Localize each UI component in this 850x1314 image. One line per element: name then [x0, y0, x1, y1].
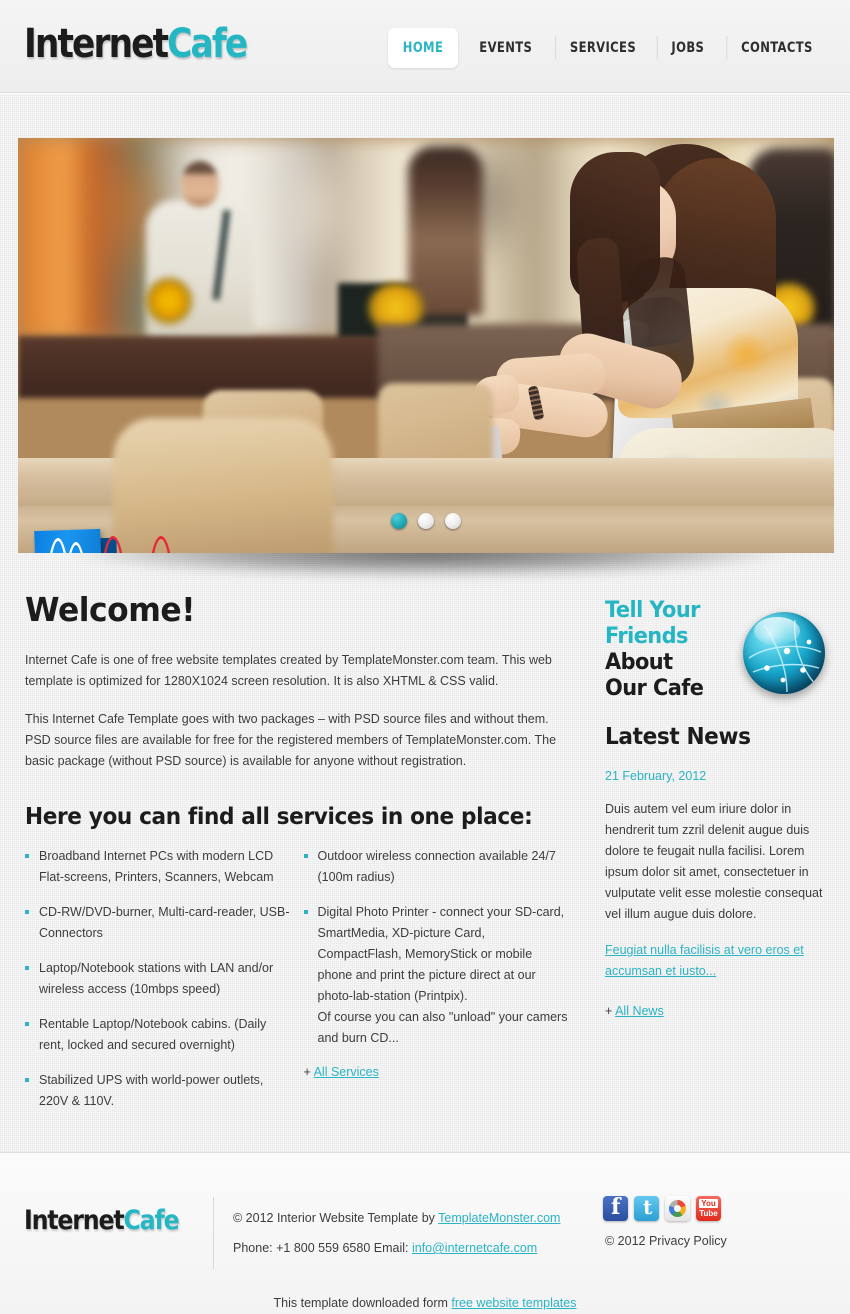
picasa-icon[interactable] — [665, 1196, 690, 1221]
services-lists: Broadband Internet PCs with modern LCD F… — [25, 846, 570, 1126]
promo-text: Tell Your Friends About Our Cafe — [605, 598, 704, 702]
free-website-templates-link[interactable]: free website templates — [451, 1296, 576, 1310]
nav-item-jobs[interactable]: JOBS — [657, 28, 719, 68]
footer-phone-text: Phone: +1 800 559 6580 Email: — [233, 1241, 412, 1255]
slider-dot-1[interactable] — [391, 513, 407, 529]
hero-slider — [18, 138, 834, 578]
list-item: CD-RW/DVD-burner, Multi-card-reader, USB… — [25, 902, 292, 944]
footer-bottom-text: This template downloaded form free websi… — [0, 1296, 850, 1310]
plus-prefix: + — [605, 1004, 616, 1018]
slider-pagination — [391, 513, 461, 529]
main-navigation: HOME EVENTS SERVICES JOBS CONTACTS — [385, 28, 832, 68]
promo-line-3: About — [605, 650, 673, 675]
list-item: Broadband Internet PCs with modern LCD F… — [25, 846, 292, 888]
services-heading: Here you can find all services in one pl… — [25, 804, 533, 830]
site-logo[interactable]: InternetCafe — [24, 20, 248, 68]
picasa-pinwheel-icon — [669, 1200, 686, 1217]
downloaded-from-text: This template downloaded form — [273, 1296, 452, 1310]
twitter-icon[interactable] — [634, 1196, 659, 1221]
news-date: 21 February, 2012 — [605, 769, 707, 783]
nav-item-services[interactable]: SERVICES — [554, 28, 651, 68]
welcome-paragraph-1: Internet Cafe is one of free website tem… — [25, 653, 552, 688]
templatemonster-link[interactable]: TemplateMonster.com — [438, 1211, 560, 1225]
content-left-column: Welcome! Internet Cafe is one of free we… — [25, 590, 570, 1126]
footer-copyright-text: © 2012 Interior Website Template by — [233, 1211, 439, 1225]
list-item: Stabilized UPS with world-power outlets,… — [25, 1070, 292, 1112]
privacy-policy-text: © 2012 Privacy Policy — [605, 1234, 727, 1248]
logo-text-accent: Cafe — [167, 21, 248, 67]
promo-line-1: Tell Your — [605, 598, 700, 623]
news-read-more-link[interactable]: Feugiat nulla facilisis at vero eros et … — [605, 940, 827, 982]
all-services-link-wrap: + All Services — [304, 1065, 571, 1079]
footer-contact: Phone: +1 800 559 6580 Email: info@inter… — [233, 1238, 537, 1259]
site-header: InternetCafe HOME EVENTS SERVICES JOBS C… — [0, 0, 850, 94]
email-link[interactable]: info@internetcafe.com — [412, 1241, 537, 1255]
youtube-label-you: You — [699, 1199, 718, 1208]
social-links: You Tube — [603, 1196, 721, 1221]
youtube-icon[interactable]: You Tube — [696, 1196, 721, 1221]
all-news-link-wrap: + All News — [605, 1004, 827, 1018]
nav-item-events[interactable]: EVENTS — [465, 28, 547, 68]
all-services-link[interactable]: All Services — [314, 1065, 379, 1079]
list-item: Outdoor wireless connection available 24… — [303, 846, 571, 888]
list-item: Laptop/Notebook stations with LAN and/or… — [25, 958, 292, 1000]
news-body: Duis autem vel eum iriure dolor in hendr… — [605, 802, 823, 921]
nav-item-contacts[interactable]: CONTACTS — [726, 28, 828, 68]
plus-prefix: + — [303, 1065, 314, 1079]
footer-copyright: © 2012 Interior Website Template by Temp… — [233, 1208, 560, 1229]
footer-logo-accent: Cafe — [123, 1205, 179, 1236]
all-news-link[interactable]: All News — [615, 1004, 664, 1018]
content-right-column: Tell Your Friends About Our Cafe Latest … — [605, 590, 827, 1018]
promo-line-2: Friends — [605, 624, 688, 649]
network-globe-icon — [743, 612, 825, 694]
hero-slide-image[interactable] — [18, 138, 834, 553]
tell-friends-promo: Tell Your Friends About Our Cafe — [605, 590, 827, 710]
nav-item-home[interactable]: HOME — [387, 28, 458, 68]
list-item: Digital Photo Printer - connect your SD-… — [303, 902, 571, 1049]
page-title: Welcome! — [25, 590, 196, 629]
services-column-2: Outdoor wireless connection available 24… — [303, 846, 571, 1126]
site-footer: InternetCafe © 2012 Interior Website Tem… — [0, 1152, 850, 1314]
facebook-icon[interactable] — [603, 1196, 628, 1221]
slider-dot-3[interactable] — [445, 513, 461, 529]
list-item: Rentable Laptop/Notebook cabins. (Daily … — [25, 1014, 292, 1056]
services-column-1: Broadband Internet PCs with modern LCD F… — [25, 846, 292, 1126]
logo-text-primary: Internet — [24, 21, 169, 67]
footer-divider — [213, 1197, 214, 1269]
slider-dot-2[interactable] — [418, 513, 434, 529]
footer-logo-primary: Internet — [24, 1205, 125, 1236]
welcome-paragraph-2: This Internet Cafe Template goes with tw… — [25, 712, 557, 768]
footer-logo[interactable]: InternetCafe — [24, 1205, 180, 1236]
promo-line-4: Our Cafe — [605, 676, 704, 701]
news-heading: Latest News — [605, 724, 751, 750]
youtube-label-tube: Tube — [699, 1209, 718, 1218]
